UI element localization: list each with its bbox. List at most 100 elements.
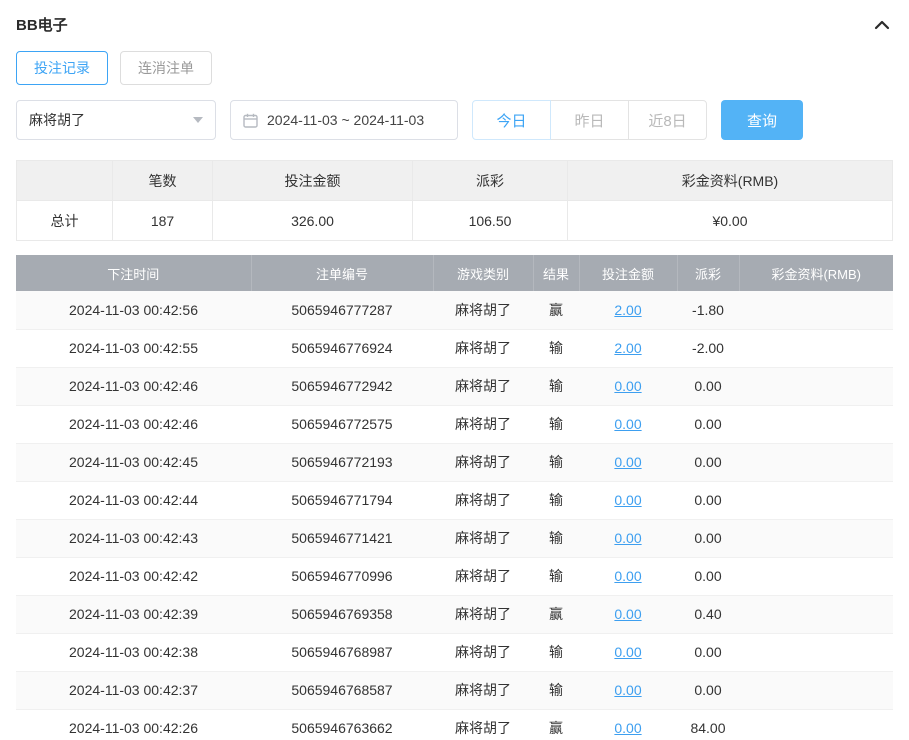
cell-order-id: 5065946772193 (251, 443, 433, 481)
cell-bonus (739, 709, 893, 740)
summary-header-row: 笔数 投注金额 派彩 彩金资料(RMB) (17, 161, 893, 201)
table-row: 2024-11-03 00:42:425065946770996麻将胡了输 0.0… (16, 557, 893, 595)
search-button[interactable]: 查询 (721, 100, 803, 140)
cell-payout: 0.00 (677, 519, 739, 557)
cell-order-id: 5065946777287 (251, 291, 433, 329)
tab-bar: 投注记录 连消注单 (16, 51, 893, 85)
quick-date-group: 今日 昨日 近8日 (472, 100, 707, 140)
cell-order-id: 5065946770996 (251, 557, 433, 595)
date-range-picker[interactable]: 2024-11-03 ~ 2024-11-03 (230, 100, 458, 140)
cell-game-type: 麻将胡了 (433, 367, 533, 405)
header-game-type: 游戏类别 (433, 255, 533, 291)
cell-bet-amount: 0.00 (579, 709, 677, 740)
cell-bet-amount: 2.00 (579, 291, 677, 329)
cell-bet-amount: 2.00 (579, 329, 677, 367)
cell-bonus (739, 291, 893, 329)
cell-bet-amount: 0.00 (579, 405, 677, 443)
today-button[interactable]: 今日 (472, 100, 551, 140)
bet-amount-link[interactable]: 0.00 (614, 378, 641, 394)
cell-game-type: 麻将胡了 (433, 595, 533, 633)
cell-bet-amount: 0.00 (579, 633, 677, 671)
cell-bet-time: 2024-11-03 00:42:46 (16, 367, 251, 405)
summary-total-count: 187 (113, 201, 213, 241)
chevron-up-icon (873, 20, 891, 35)
cell-payout: 0.00 (677, 481, 739, 519)
cell-order-id: 5065946768987 (251, 633, 433, 671)
cell-bet-amount: 0.00 (579, 519, 677, 557)
table-row: 2024-11-03 00:42:465065946772942麻将胡了输 0.0… (16, 367, 893, 405)
bet-amount-link[interactable]: 0.00 (614, 606, 641, 622)
cell-bet-time: 2024-11-03 00:42:42 (16, 557, 251, 595)
bet-amount-link[interactable]: 0.00 (614, 454, 641, 470)
bet-amount-link[interactable]: 0.00 (614, 492, 641, 508)
tab-cascade-orders[interactable]: 连消注单 (120, 51, 212, 85)
bet-records-table: 下注时间 注单编号 游戏类别 结果 投注金额 派彩 彩金资料(RMB) 2024… (16, 255, 893, 740)
cell-bonus (739, 595, 893, 633)
cell-bet-amount: 0.00 (579, 671, 677, 709)
cell-result: 输 (533, 443, 579, 481)
cell-bet-time: 2024-11-03 00:42:37 (16, 671, 251, 709)
game-select-value: 麻将胡了 (29, 110, 85, 130)
header-order-id: 注单编号 (251, 255, 433, 291)
cell-game-type: 麻将胡了 (433, 443, 533, 481)
table-row: 2024-11-03 00:42:435065946771421麻将胡了输0.0… (16, 519, 893, 557)
cell-order-id: 5065946769358 (251, 595, 433, 633)
bet-amount-link[interactable]: 0.00 (614, 530, 641, 546)
cell-bet-amount: 0.00 (579, 443, 677, 481)
date-range-value: 2024-11-03 ~ 2024-11-03 (267, 112, 424, 128)
cell-result: 输 (533, 557, 579, 595)
cell-game-type: 麻将胡了 (433, 633, 533, 671)
cell-payout: 0.00 (677, 633, 739, 671)
yesterday-button[interactable]: 昨日 (550, 100, 629, 140)
header-result: 结果 (533, 255, 579, 291)
panel-header: BB电子 (0, 0, 909, 43)
bet-amount-link[interactable]: 0.00 (614, 682, 641, 698)
summary-total-bet-amount: 326.00 (213, 201, 413, 241)
cell-bet-amount: 0.00 (579, 481, 677, 519)
bet-table-header-row: 下注时间 注单编号 游戏类别 结果 投注金额 派彩 彩金资料(RMB) (16, 255, 893, 291)
cell-game-type: 麻将胡了 (433, 709, 533, 740)
tab-bet-records[interactable]: 投注记录 (16, 51, 108, 85)
cell-bonus (739, 443, 893, 481)
cell-payout: 0.40 (677, 595, 739, 633)
cell-order-id: 5065946771794 (251, 481, 433, 519)
cell-game-type: 麻将胡了 (433, 557, 533, 595)
bet-amount-link[interactable]: 2.00 (614, 340, 641, 356)
game-select[interactable]: 麻将胡了 (16, 100, 216, 140)
cell-bonus (739, 519, 893, 557)
summary-total-label: 总计 (17, 201, 113, 241)
cell-game-type: 麻将胡了 (433, 519, 533, 557)
cell-bonus (739, 557, 893, 595)
bet-amount-link[interactable]: 0.00 (614, 416, 641, 432)
cell-bonus (739, 405, 893, 443)
summary-header-count: 笔数 (113, 161, 213, 201)
last-8-days-button[interactable]: 近8日 (628, 100, 707, 140)
cell-bet-amount: 0.00 (579, 367, 677, 405)
cell-bonus (739, 329, 893, 367)
bet-amount-link[interactable]: 2.00 (614, 302, 641, 318)
cell-bet-time: 2024-11-03 00:42:38 (16, 633, 251, 671)
cell-game-type: 麻将胡了 (433, 405, 533, 443)
cell-result: 输 (533, 519, 579, 557)
cell-bonus (739, 481, 893, 519)
cell-payout: 0.00 (677, 557, 739, 595)
bet-amount-link[interactable]: 0.00 (614, 720, 641, 736)
cell-bet-time: 2024-11-03 00:42:45 (16, 443, 251, 481)
table-row: 2024-11-03 00:42:565065946777287麻将胡了赢2.0… (16, 291, 893, 329)
collapse-button[interactable] (871, 16, 893, 34)
cell-payout: 0.00 (677, 405, 739, 443)
cell-order-id: 5065946772942 (251, 367, 433, 405)
cell-payout: 84.00 (677, 709, 739, 740)
cell-payout: 0.00 (677, 443, 739, 481)
cell-bet-time: 2024-11-03 00:42:44 (16, 481, 251, 519)
cell-result: 输 (533, 671, 579, 709)
cell-result: 输 (533, 633, 579, 671)
bet-amount-link[interactable]: 0.00 (614, 568, 641, 584)
table-row: 2024-11-03 00:42:385065946768987麻将胡了输 0.0… (16, 633, 893, 671)
summary-table: 笔数 投注金额 派彩 彩金资料(RMB) 总计 187 326.00 106.5… (16, 160, 893, 241)
cell-result: 输 (533, 367, 579, 405)
cell-payout: -1.80 (677, 291, 739, 329)
bet-amount-link[interactable]: 0.00 (614, 644, 641, 660)
cell-game-type: 麻将胡了 (433, 291, 533, 329)
cell-bet-time: 2024-11-03 00:42:39 (16, 595, 251, 633)
